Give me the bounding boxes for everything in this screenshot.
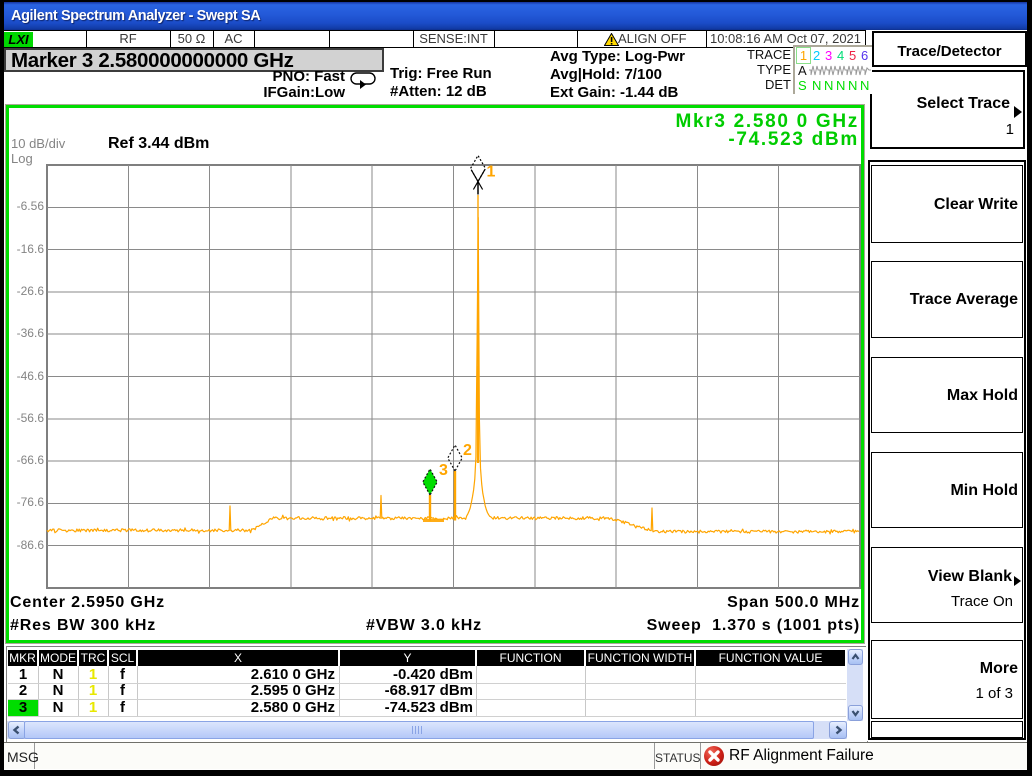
svg-text:3: 3 — [439, 462, 448, 479]
svg-text:2: 2 — [463, 442, 472, 459]
svg-text:1: 1 — [487, 163, 496, 180]
